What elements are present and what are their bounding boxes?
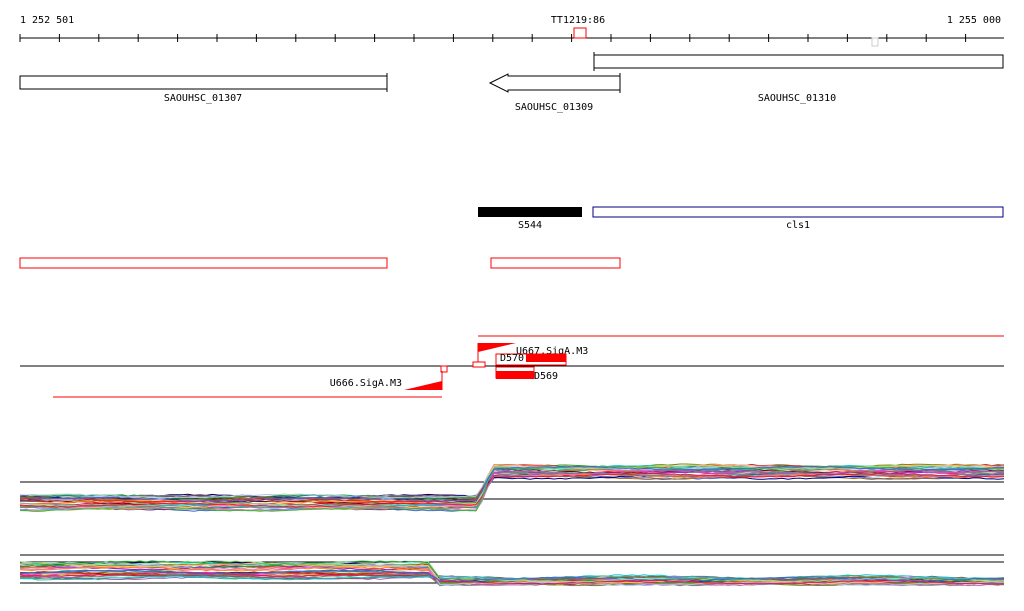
promoter-u667-tss[interactable] (472, 361, 486, 368)
terminator-marker[interactable] (573, 27, 587, 39)
promoter-track: U667.SigA.M3 D570 D569 U666.SigA.M3 (20, 335, 1004, 398)
promoter-u666-label: U666.SigA.M3 (330, 378, 402, 389)
small-marker[interactable] (871, 37, 879, 47)
expression-panel-upper (19, 463, 1005, 512)
gene-saouhsc-01307-label: SAOUHSC_01307 (164, 93, 242, 104)
transcript-region-right[interactable] (490, 257, 621, 269)
feature-track: S544 cls1 (478, 206, 1004, 231)
segment-d569[interactable] (496, 371, 534, 379)
gene-saouhsc-01309[interactable] (488, 73, 621, 93)
ruler-end-label: 1 255 000 (947, 15, 1001, 26)
gene-saouhsc-01309-label: SAOUHSC_01309 (515, 102, 593, 113)
promoter-u667-marker[interactable] (478, 343, 516, 352)
feature-cls1[interactable] (592, 206, 1004, 218)
transcript-track (19, 257, 621, 269)
gene-track: SAOUHSC_01307 SAOUHSC_01309 SAOUHSC_0131… (19, 52, 1004, 113)
feature-s544-label: S544 (518, 220, 542, 231)
segment-d570[interactable] (526, 354, 566, 362)
segment-d569-label: D569 (534, 371, 558, 382)
transcript-region-left[interactable] (19, 257, 388, 269)
feature-cls1-label: cls1 (786, 220, 810, 231)
genome-browser-canvas: 1 252 501 1 255 000 TT1219:86 SAOUHSC_01… (19, 15, 1005, 587)
promoter-u666-marker[interactable] (404, 381, 442, 390)
expression-panel-lower (19, 554, 1005, 587)
gene-saouhsc-01310-label: SAOUHSC_01310 (758, 93, 836, 104)
coordinate-ruler: 1 252 501 1 255 000 TT1219:86 (19, 15, 1004, 47)
ruler-marker-label: TT1219:86 (551, 15, 605, 26)
feature-s544[interactable] (478, 207, 582, 217)
lower-expression-traces (19, 560, 1005, 587)
gene-saouhsc-01307[interactable] (19, 75, 388, 90)
segment-d570-label: D570 (500, 353, 524, 364)
ruler-start-label: 1 252 501 (20, 15, 74, 26)
upper-expression-traces (19, 463, 1005, 512)
gene-saouhsc-01310[interactable] (593, 54, 1004, 69)
